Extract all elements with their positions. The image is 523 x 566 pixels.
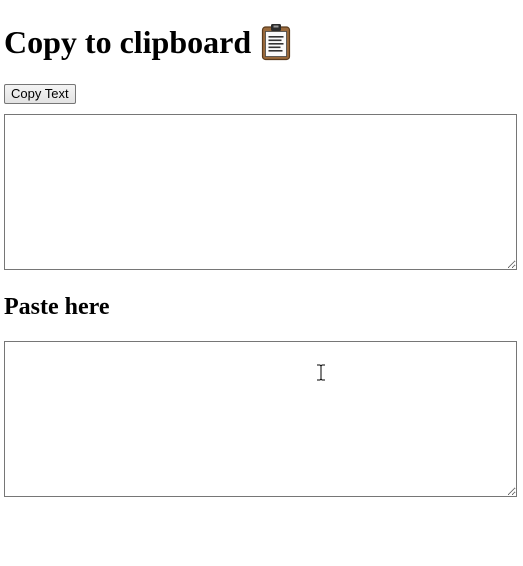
clipboard-icon — [261, 23, 291, 61]
copy-source-textarea[interactable] — [4, 114, 517, 270]
paste-target-textarea[interactable] — [4, 341, 517, 497]
paste-heading: Paste here — [4, 294, 110, 320]
copy-text-button[interactable]: Copy Text — [4, 84, 76, 104]
page-title-text: Copy to clipboard — [4, 24, 252, 60]
page-title: Copy to clipboard — [4, 22, 291, 62]
